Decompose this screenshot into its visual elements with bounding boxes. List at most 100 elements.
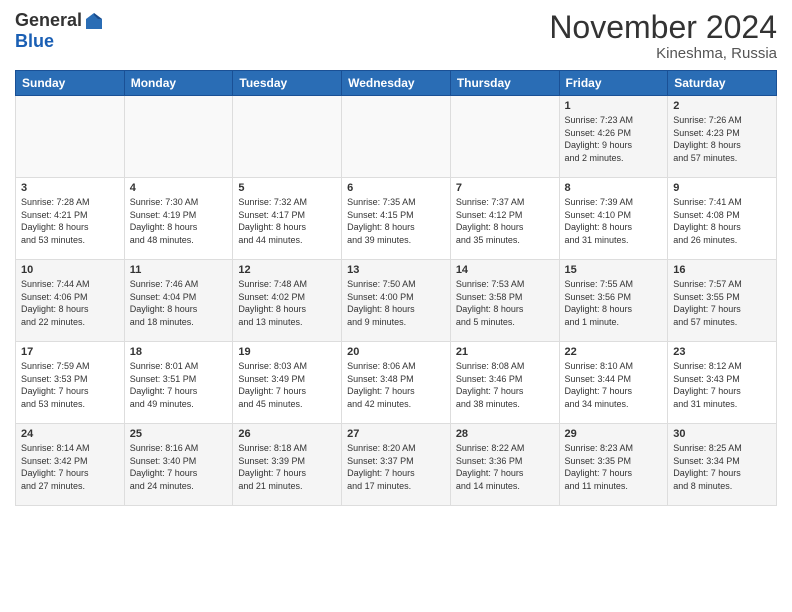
day-info: Sunrise: 7:35 AM Sunset: 4:15 PM Dayligh…	[347, 196, 445, 246]
day-number: 30	[673, 428, 771, 440]
day-info: Sunrise: 8:14 AM Sunset: 3:42 PM Dayligh…	[21, 442, 119, 492]
day-number: 12	[238, 264, 336, 276]
day-info: Sunrise: 7:48 AM Sunset: 4:02 PM Dayligh…	[238, 278, 336, 328]
day-info: Sunrise: 7:41 AM Sunset: 4:08 PM Dayligh…	[673, 196, 771, 246]
page: General Blue November 2024 Kineshma, Rus…	[0, 0, 792, 612]
day-info: Sunrise: 8:23 AM Sunset: 3:35 PM Dayligh…	[565, 442, 663, 492]
day-number: 7	[456, 182, 554, 194]
table-row: 17 Sunrise: 7:59 AM Sunset: 3:53 PM Dayli…	[16, 342, 125, 424]
table-row: 14 Sunrise: 7:53 AM Sunset: 3:58 PM Dayli…	[450, 260, 559, 342]
table-row: 16Sunrise: 7:57 AM Sunset: 3:55 PM Dayli…	[668, 260, 777, 342]
day-number: 23	[673, 346, 771, 358]
table-row: 18 Sunrise: 8:01 AM Sunset: 3:51 PM Dayli…	[124, 342, 233, 424]
table-row: 2Sunrise: 7:26 AM Sunset: 4:23 PM Daylig…	[668, 96, 777, 178]
day-number: 20	[347, 346, 445, 358]
day-number: 3	[21, 182, 119, 194]
day-info: Sunrise: 8:12 AM Sunset: 3:43 PM Dayligh…	[673, 360, 771, 410]
month-title: November 2024	[549, 10, 777, 45]
table-row: 28 Sunrise: 8:22 AM Sunset: 3:36 PM Dayli…	[450, 424, 559, 506]
day-info: Sunrise: 7:55 AM Sunset: 3:56 PM Dayligh…	[565, 278, 663, 328]
day-info: Sunrise: 7:28 AM Sunset: 4:21 PM Dayligh…	[21, 196, 119, 246]
calendar: Sunday Monday Tuesday Wednesday Thursday…	[15, 70, 777, 506]
day-number: 22	[565, 346, 663, 358]
logo-general-text: General	[15, 10, 82, 31]
day-info: Sunrise: 8:25 AM Sunset: 3:34 PM Dayligh…	[673, 442, 771, 492]
table-row: 22 Sunrise: 8:10 AM Sunset: 3:44 PM Dayli…	[559, 342, 668, 424]
day-number: 14	[456, 264, 554, 276]
day-info: Sunrise: 8:20 AM Sunset: 3:37 PM Dayligh…	[347, 442, 445, 492]
header-monday: Monday	[124, 71, 233, 96]
day-number: 26	[238, 428, 336, 440]
day-info: Sunrise: 7:50 AM Sunset: 4:00 PM Dayligh…	[347, 278, 445, 328]
week-row-3: 17 Sunrise: 7:59 AM Sunset: 3:53 PM Dayli…	[16, 342, 777, 424]
table-row: 12 Sunrise: 7:48 AM Sunset: 4:02 PM Dayli…	[233, 260, 342, 342]
day-number: 6	[347, 182, 445, 194]
table-row	[233, 96, 342, 178]
table-row: 7Sunrise: 7:37 AM Sunset: 4:12 PM Daylig…	[450, 178, 559, 260]
header-tuesday: Tuesday	[233, 71, 342, 96]
week-row-4: 24 Sunrise: 8:14 AM Sunset: 3:42 PM Dayli…	[16, 424, 777, 506]
day-info: Sunrise: 7:32 AM Sunset: 4:17 PM Dayligh…	[238, 196, 336, 246]
day-number: 19	[238, 346, 336, 358]
table-row: 21 Sunrise: 8:08 AM Sunset: 3:46 PM Dayli…	[450, 342, 559, 424]
day-info: Sunrise: 7:46 AM Sunset: 4:04 PM Dayligh…	[130, 278, 228, 328]
table-row: 8 Sunrise: 7:39 AM Sunset: 4:10 PM Daylig…	[559, 178, 668, 260]
day-number: 9	[673, 182, 771, 194]
day-info: Sunrise: 8:16 AM Sunset: 3:40 PM Dayligh…	[130, 442, 228, 492]
day-number: 29	[565, 428, 663, 440]
day-number: 16	[673, 264, 771, 276]
week-row-1: 3 Sunrise: 7:28 AM Sunset: 4:21 PM Daylig…	[16, 178, 777, 260]
day-info: Sunrise: 8:22 AM Sunset: 3:36 PM Dayligh…	[456, 442, 554, 492]
day-info: Sunrise: 7:53 AM Sunset: 3:58 PM Dayligh…	[456, 278, 554, 328]
table-row: 24 Sunrise: 8:14 AM Sunset: 3:42 PM Dayli…	[16, 424, 125, 506]
table-row: 11Sunrise: 7:46 AM Sunset: 4:04 PM Dayli…	[124, 260, 233, 342]
day-number: 18	[130, 346, 228, 358]
day-number: 15	[565, 264, 663, 276]
day-info: Sunrise: 7:26 AM Sunset: 4:23 PM Dayligh…	[673, 114, 771, 164]
table-row: 13 Sunrise: 7:50 AM Sunset: 4:00 PM Dayli…	[342, 260, 451, 342]
day-number: 13	[347, 264, 445, 276]
header-thursday: Thursday	[450, 71, 559, 96]
title-section: November 2024 Kineshma, Russia	[549, 10, 777, 62]
table-row: 27Sunrise: 8:20 AM Sunset: 3:37 PM Dayli…	[342, 424, 451, 506]
day-number: 1	[565, 100, 663, 112]
day-number: 25	[130, 428, 228, 440]
table-row: 9 Sunrise: 7:41 AM Sunset: 4:08 PM Daylig…	[668, 178, 777, 260]
day-number: 8	[565, 182, 663, 194]
logo-blue-text: Blue	[15, 31, 104, 52]
table-row: 4Sunrise: 7:30 AM Sunset: 4:19 PM Daylig…	[124, 178, 233, 260]
header-saturday: Saturday	[668, 71, 777, 96]
table-row: 20 Sunrise: 8:06 AM Sunset: 3:48 PM Dayli…	[342, 342, 451, 424]
table-row: 30 Sunrise: 8:25 AM Sunset: 3:34 PM Dayli…	[668, 424, 777, 506]
header-wednesday: Wednesday	[342, 71, 451, 96]
table-row	[450, 96, 559, 178]
table-row: 3 Sunrise: 7:28 AM Sunset: 4:21 PM Daylig…	[16, 178, 125, 260]
table-row: 19 Sunrise: 8:03 AM Sunset: 3:49 PM Dayli…	[233, 342, 342, 424]
day-number: 17	[21, 346, 119, 358]
week-row-0: 1 Sunrise: 7:23 AM Sunset: 4:26 PM Daylig…	[16, 96, 777, 178]
day-number: 28	[456, 428, 554, 440]
day-info: Sunrise: 7:39 AM Sunset: 4:10 PM Dayligh…	[565, 196, 663, 246]
day-number: 24	[21, 428, 119, 440]
header: General Blue November 2024 Kineshma, Rus…	[15, 10, 777, 62]
day-info: Sunrise: 8:18 AM Sunset: 3:39 PM Dayligh…	[238, 442, 336, 492]
day-info: Sunrise: 8:03 AM Sunset: 3:49 PM Dayligh…	[238, 360, 336, 410]
logo-icon	[84, 11, 104, 31]
logo: General Blue	[15, 10, 104, 52]
day-info: Sunrise: 7:23 AM Sunset: 4:26 PM Dayligh…	[565, 114, 663, 164]
table-row: 1 Sunrise: 7:23 AM Sunset: 4:26 PM Daylig…	[559, 96, 668, 178]
week-row-2: 10Sunrise: 7:44 AM Sunset: 4:06 PM Dayli…	[16, 260, 777, 342]
day-info: Sunrise: 8:10 AM Sunset: 3:44 PM Dayligh…	[565, 360, 663, 410]
table-row: 23 Sunrise: 8:12 AM Sunset: 3:43 PM Dayli…	[668, 342, 777, 424]
day-info: Sunrise: 8:08 AM Sunset: 3:46 PM Dayligh…	[456, 360, 554, 410]
day-number: 21	[456, 346, 554, 358]
day-info: Sunrise: 8:06 AM Sunset: 3:48 PM Dayligh…	[347, 360, 445, 410]
location: Kineshma, Russia	[549, 45, 777, 62]
table-row: 5Sunrise: 7:32 AM Sunset: 4:17 PM Daylig…	[233, 178, 342, 260]
day-info: Sunrise: 7:30 AM Sunset: 4:19 PM Dayligh…	[130, 196, 228, 246]
day-info: Sunrise: 7:59 AM Sunset: 3:53 PM Dayligh…	[21, 360, 119, 410]
day-info: Sunrise: 8:01 AM Sunset: 3:51 PM Dayligh…	[130, 360, 228, 410]
weekday-header-row: Sunday Monday Tuesday Wednesday Thursday…	[16, 71, 777, 96]
header-sunday: Sunday	[16, 71, 125, 96]
header-friday: Friday	[559, 71, 668, 96]
